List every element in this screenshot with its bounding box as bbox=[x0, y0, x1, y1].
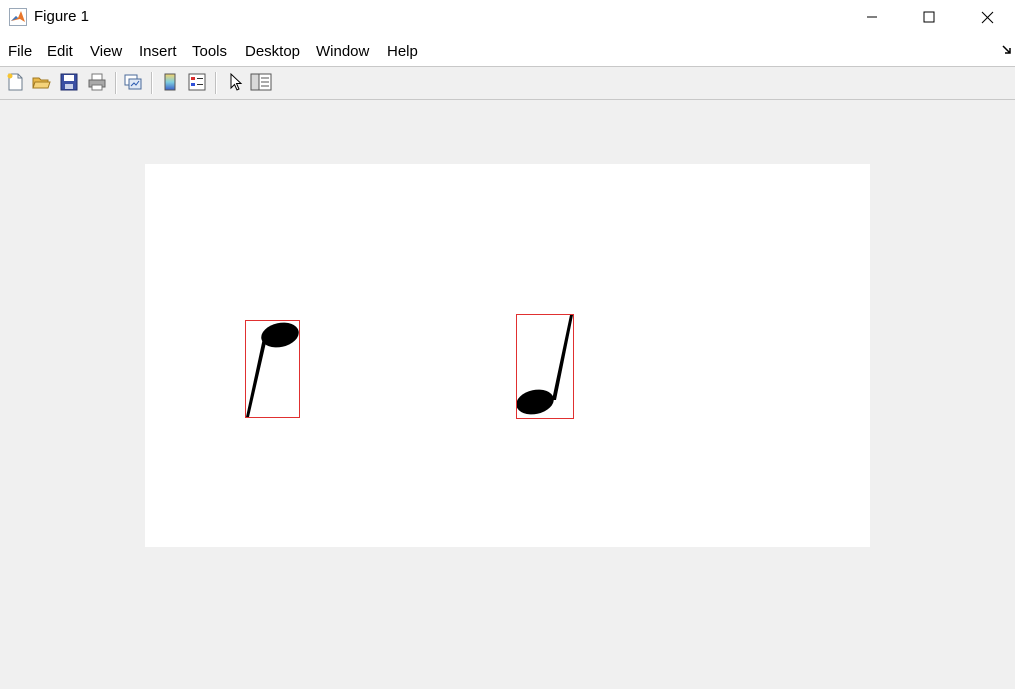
save-button[interactable] bbox=[58, 71, 80, 93]
title-bar: Figure 1 bbox=[0, 0, 1015, 36]
menu-desktop[interactable]: Desktop bbox=[245, 43, 300, 60]
dock-arrow-icon[interactable] bbox=[1002, 45, 1012, 55]
menu-file[interactable]: File bbox=[8, 43, 32, 60]
menu-tools[interactable]: Tools bbox=[192, 43, 227, 60]
toolbar-separator bbox=[215, 72, 217, 94]
window-title: Figure 1 bbox=[34, 8, 90, 25]
toolbar-separator bbox=[115, 72, 117, 94]
open-file-icon bbox=[32, 77, 51, 89]
menu-bar: File Edit View Insert Tools Desktop Wind… bbox=[0, 36, 1015, 67]
bounding-box bbox=[516, 314, 574, 419]
print-icon bbox=[88, 73, 106, 91]
open-file-button[interactable] bbox=[30, 71, 52, 93]
matlab-figure-window: Figure 1 File Edit View Insert Tools Des… bbox=[0, 0, 1015, 689]
property-inspector-icon bbox=[250, 73, 272, 91]
figure-axes[interactable] bbox=[145, 164, 870, 547]
insert-legend-button[interactable] bbox=[186, 71, 208, 93]
menu-edit[interactable]: Edit bbox=[47, 43, 73, 60]
link-plot-button[interactable] bbox=[122, 71, 144, 93]
insert-legend-icon bbox=[188, 73, 206, 91]
insert-colorbar-icon bbox=[164, 73, 176, 91]
save-icon bbox=[60, 73, 78, 91]
insert-colorbar-button[interactable] bbox=[159, 71, 181, 93]
property-inspector-button[interactable] bbox=[250, 71, 272, 93]
print-button[interactable] bbox=[86, 71, 108, 93]
toolbar-separator bbox=[151, 72, 153, 94]
close-icon bbox=[981, 11, 993, 23]
link-plot-icon bbox=[124, 74, 142, 90]
matlab-logo-icon bbox=[9, 8, 27, 26]
maximize-button[interactable] bbox=[900, 0, 958, 34]
maximize-icon bbox=[923, 11, 935, 23]
minimize-icon bbox=[867, 16, 877, 18]
bounding-box bbox=[245, 320, 300, 418]
edit-plot-button[interactable] bbox=[224, 71, 246, 93]
new-figure-icon bbox=[7, 73, 23, 91]
menu-window[interactable]: Window bbox=[316, 43, 369, 60]
figure-toolbar bbox=[0, 67, 1015, 100]
minimize-button[interactable] bbox=[843, 0, 901, 34]
close-button[interactable] bbox=[958, 0, 1015, 34]
menu-view[interactable]: View bbox=[90, 43, 122, 60]
new-figure-button[interactable] bbox=[4, 71, 26, 93]
edit-plot-pointer-icon bbox=[230, 72, 243, 91]
menu-help[interactable]: Help bbox=[387, 43, 418, 60]
menu-insert[interactable]: Insert bbox=[139, 43, 177, 60]
